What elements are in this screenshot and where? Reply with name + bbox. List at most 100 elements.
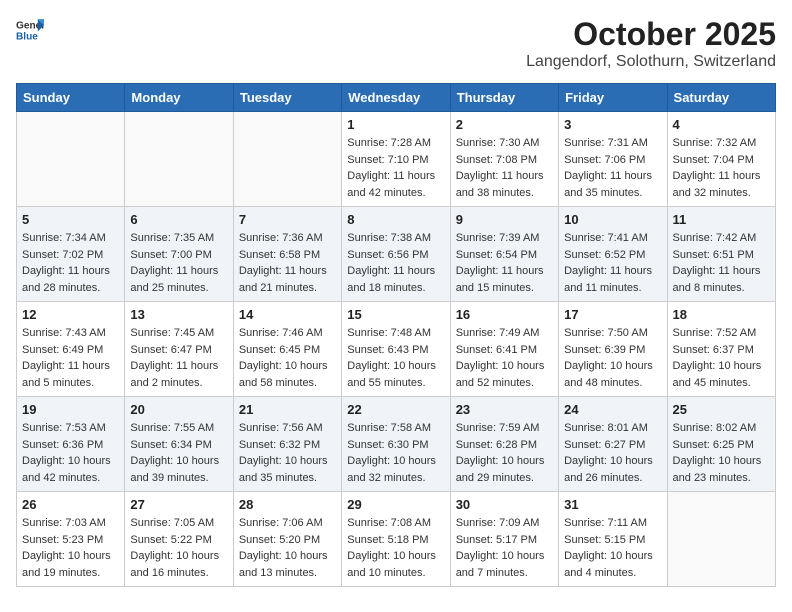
calendar-cell [233,112,341,207]
day-info: Sunrise: 7:55 AMSunset: 6:34 PMDaylight:… [130,420,227,486]
calendar-cell: 9 Sunrise: 7:39 AMSunset: 6:54 PMDaylight… [450,207,558,302]
calendar-cell: 19 Sunrise: 7:53 AMSunset: 6:36 PMDayligh… [17,397,125,492]
calendar-cell: 25 Sunrise: 8:02 AMSunset: 6:25 PMDayligh… [667,397,775,492]
day-info: Sunrise: 8:01 AMSunset: 6:27 PMDaylight:… [564,420,661,486]
day-number: 9 [456,212,553,227]
day-info: Sunrise: 7:28 AMSunset: 7:10 PMDaylight:… [347,135,444,201]
weekday-header-saturday: Saturday [667,84,775,112]
calendar-cell: 18Sunrise: 7:52 AMSunset: 6:37 PMDayligh… [667,302,775,397]
day-info: Sunrise: 7:48 AMSunset: 6:43 PMDaylight:… [347,325,444,391]
day-number: 21 [239,402,336,417]
day-info: Sunrise: 7:56 AMSunset: 6:32 PMDaylight:… [239,420,336,486]
day-info: Sunrise: 7:36 AMSunset: 6:58 PMDaylight:… [239,230,336,296]
calendar-table: SundayMondayTuesdayWednesdayThursdayFrid… [16,83,776,587]
calendar-cell: 4 Sunrise: 7:32 AMSunset: 7:04 PMDaylight… [667,112,775,207]
calendar-cell: 6 Sunrise: 7:35 AMSunset: 7:00 PMDaylight… [125,207,233,302]
day-number: 11 [673,212,770,227]
day-number: 22 [347,402,444,417]
day-info: Sunrise: 8:02 AMSunset: 6:25 PMDaylight:… [673,420,770,486]
day-info: Sunrise: 7:30 AMSunset: 7:08 PMDaylight:… [456,135,553,201]
calendar-cell: 11 Sunrise: 7:42 AMSunset: 6:51 PMDayligh… [667,207,775,302]
weekday-header-tuesday: Tuesday [233,84,341,112]
day-info: Sunrise: 7:45 AMSunset: 6:47 PMDaylight:… [130,325,227,391]
day-number: 25 [673,402,770,417]
weekday-header-row: SundayMondayTuesdayWednesdayThursdayFrid… [17,84,776,112]
calendar-cell: 1Sunrise: 7:28 AMSunset: 7:10 PMDaylight… [342,112,450,207]
logo: General Blue [16,16,44,44]
day-info: Sunrise: 7:46 AMSunset: 6:45 PMDaylight:… [239,325,336,391]
calendar-cell: 10 Sunrise: 7:41 AMSunset: 6:52 PMDayligh… [559,207,667,302]
day-number: 15 [347,307,444,322]
calendar-cell: 5 Sunrise: 7:34 AMSunset: 7:02 PMDaylight… [17,207,125,302]
calendar-cell: 2 Sunrise: 7:30 AMSunset: 7:08 PMDaylight… [450,112,558,207]
calendar-cell: 12Sunrise: 7:43 AMSunset: 6:49 PMDayligh… [17,302,125,397]
weekday-header-monday: Monday [125,84,233,112]
calendar-cell: 26 Sunrise: 7:03 AMSunset: 5:23 PMDayligh… [17,492,125,587]
page-header: General Blue October 2025 Langendorf, So… [16,16,776,71]
calendar-cell: 24 Sunrise: 8:01 AMSunset: 6:27 PMDayligh… [559,397,667,492]
day-info: Sunrise: 7:34 AMSunset: 7:02 PMDaylight:… [22,230,119,296]
calendar-cell [17,112,125,207]
day-number: 17 [564,307,661,322]
day-info: Sunrise: 7:49 AMSunset: 6:41 PMDaylight:… [456,325,553,391]
calendar-cell: 31 Sunrise: 7:11 AMSunset: 5:15 PMDayligh… [559,492,667,587]
day-info: Sunrise: 7:53 AMSunset: 6:36 PMDaylight:… [22,420,119,486]
calendar-header: SundayMondayTuesdayWednesdayThursdayFrid… [17,84,776,112]
calendar-week-row: 5 Sunrise: 7:34 AMSunset: 7:02 PMDaylight… [17,207,776,302]
day-info: Sunrise: 7:03 AMSunset: 5:23 PMDaylight:… [22,515,119,581]
day-number: 20 [130,402,227,417]
calendar-cell: 13 Sunrise: 7:45 AMSunset: 6:47 PMDayligh… [125,302,233,397]
day-number: 18 [673,307,770,322]
weekday-header-friday: Friday [559,84,667,112]
day-info: Sunrise: 7:11 AMSunset: 5:15 PMDaylight:… [564,515,661,581]
month-title: October 2025 [526,16,776,53]
calendar-cell: 3 Sunrise: 7:31 AMSunset: 7:06 PMDaylight… [559,112,667,207]
day-info: Sunrise: 7:50 AMSunset: 6:39 PMDaylight:… [564,325,661,391]
day-info: Sunrise: 7:32 AMSunset: 7:04 PMDaylight:… [673,135,770,201]
day-number: 12 [22,307,119,322]
day-info: Sunrise: 7:08 AMSunset: 5:18 PMDaylight:… [347,515,444,581]
calendar-week-row: 12Sunrise: 7:43 AMSunset: 6:49 PMDayligh… [17,302,776,397]
day-info: Sunrise: 7:42 AMSunset: 6:51 PMDaylight:… [673,230,770,296]
day-info: Sunrise: 7:59 AMSunset: 6:28 PMDaylight:… [456,420,553,486]
day-number: 4 [673,117,770,132]
weekday-header-wednesday: Wednesday [342,84,450,112]
day-number: 8 [347,212,444,227]
calendar-cell: 22 Sunrise: 7:58 AMSunset: 6:30 PMDayligh… [342,397,450,492]
day-info: Sunrise: 7:31 AMSunset: 7:06 PMDaylight:… [564,135,661,201]
day-info: Sunrise: 7:58 AMSunset: 6:30 PMDaylight:… [347,420,444,486]
day-info: Sunrise: 7:05 AMSunset: 5:22 PMDaylight:… [130,515,227,581]
calendar-body: 1Sunrise: 7:28 AMSunset: 7:10 PMDaylight… [17,112,776,587]
day-number: 6 [130,212,227,227]
day-number: 24 [564,402,661,417]
day-number: 30 [456,497,553,512]
day-number: 10 [564,212,661,227]
day-number: 19 [22,402,119,417]
day-info: Sunrise: 7:38 AMSunset: 6:56 PMDaylight:… [347,230,444,296]
weekday-header-sunday: Sunday [17,84,125,112]
calendar-week-row: 19 Sunrise: 7:53 AMSunset: 6:36 PMDayligh… [17,397,776,492]
day-number: 14 [239,307,336,322]
day-number: 7 [239,212,336,227]
weekday-header-thursday: Thursday [450,84,558,112]
calendar-cell: 20 Sunrise: 7:55 AMSunset: 6:34 PMDayligh… [125,397,233,492]
day-number: 26 [22,497,119,512]
day-number: 3 [564,117,661,132]
day-number: 5 [22,212,119,227]
day-info: Sunrise: 7:06 AMSunset: 5:20 PMDaylight:… [239,515,336,581]
day-info: Sunrise: 7:35 AMSunset: 7:00 PMDaylight:… [130,230,227,296]
day-number: 13 [130,307,227,322]
calendar-cell: 27Sunrise: 7:05 AMSunset: 5:22 PMDayligh… [125,492,233,587]
day-number: 23 [456,402,553,417]
calendar-cell: 29Sunrise: 7:08 AMSunset: 5:18 PMDayligh… [342,492,450,587]
day-number: 2 [456,117,553,132]
calendar-cell: 8 Sunrise: 7:38 AMSunset: 6:56 PMDaylight… [342,207,450,302]
calendar-week-row: 1Sunrise: 7:28 AMSunset: 7:10 PMDaylight… [17,112,776,207]
day-info: Sunrise: 7:41 AMSunset: 6:52 PMDaylight:… [564,230,661,296]
calendar-cell: 14 Sunrise: 7:46 AMSunset: 6:45 PMDayligh… [233,302,341,397]
calendar-cell: 17 Sunrise: 7:50 AMSunset: 6:39 PMDayligh… [559,302,667,397]
day-info: Sunrise: 7:39 AMSunset: 6:54 PMDaylight:… [456,230,553,296]
day-number: 31 [564,497,661,512]
day-number: 28 [239,497,336,512]
logo-icon: General Blue [16,16,44,44]
